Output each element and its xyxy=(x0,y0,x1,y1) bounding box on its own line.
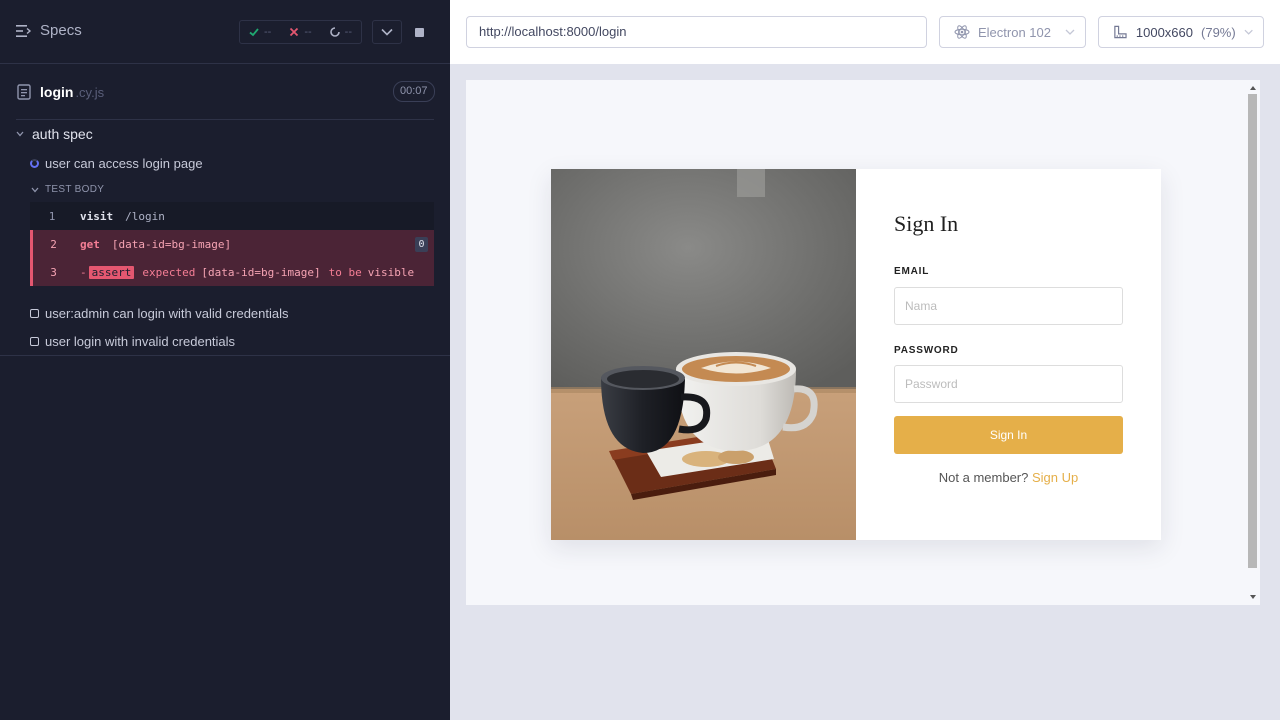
browser-selector[interactable]: Electron 102 xyxy=(939,16,1086,48)
suite-label: auth spec xyxy=(32,126,93,142)
email-label: EMAIL xyxy=(894,266,930,277)
coffee-cups-image xyxy=(551,169,856,540)
scroll-down-arrow-icon[interactable] xyxy=(1250,595,1256,599)
assert-keyword: to be xyxy=(328,265,362,279)
aut-header: http://localhost:8000/login Electron 102… xyxy=(450,0,1280,64)
element-count-badge: 0 xyxy=(415,237,428,252)
test-title: user login with invalid credentials xyxy=(45,334,236,349)
command-number: 1 xyxy=(48,209,56,223)
command-prefix: - xyxy=(80,265,87,279)
command-name: visit xyxy=(80,209,114,223)
ruler-icon xyxy=(1114,25,1127,39)
command-row[interactable]: 1 visit /login xyxy=(30,202,434,230)
test-item-pending[interactable]: user:admin can login with valid credenti… xyxy=(30,306,289,321)
electron-icon xyxy=(954,25,970,39)
spec-file-extension: .cy.js xyxy=(75,85,105,100)
pending-count: -- xyxy=(344,26,352,38)
signup-row: Not a member? Sign Up xyxy=(856,470,1161,485)
divider xyxy=(0,355,450,356)
spec-duration: 00:07 xyxy=(393,81,435,102)
viewport-size: 1000x660 xyxy=(1135,24,1194,40)
spec-header: login .cy.js 00:07 xyxy=(0,65,450,120)
signup-prompt: Not a member? xyxy=(938,470,1029,485)
login-card: Sign In EMAIL PASSWORD Sign In Not a mem… xyxy=(551,169,1161,540)
suite-title[interactable]: auth spec xyxy=(16,126,93,142)
document-icon xyxy=(17,84,31,100)
sidebar-toggle-icon xyxy=(16,24,32,37)
specs-toggle-button[interactable]: Specs xyxy=(16,22,82,39)
stop-button[interactable] xyxy=(404,20,434,44)
chevron-down-icon xyxy=(16,131,24,137)
command-name: get xyxy=(80,237,100,251)
test-body-toggle[interactable]: TEST BODY xyxy=(31,184,104,195)
app-under-test-panel: http://localhost:8000/login Electron 102… xyxy=(450,0,1280,720)
login-form: Sign In EMAIL PASSWORD Sign In Not a mem… xyxy=(856,169,1161,540)
password-label: PASSWORD xyxy=(894,345,959,356)
assert-value: visible xyxy=(367,265,415,279)
chevron-down-icon xyxy=(31,187,39,192)
email-field[interactable] xyxy=(894,287,1123,325)
aut-iframe: Sign In EMAIL PASSWORD Sign In Not a mem… xyxy=(466,80,1260,605)
command-row-failed[interactable]: 2 get [data-id=bg-image] 0 xyxy=(30,230,434,258)
form-title: Sign In xyxy=(894,211,959,236)
viewport-selector[interactable]: 1000x660 (79%) xyxy=(1098,16,1264,48)
command-message: [data-id=bg-image] xyxy=(111,237,232,251)
specs-label: Specs xyxy=(40,22,82,39)
chevron-down-icon xyxy=(1065,29,1075,35)
browser-name: Electron 102 xyxy=(978,24,1051,40)
command-number: 3 xyxy=(50,265,57,279)
failed-stat: -- xyxy=(289,26,312,38)
assert-keyword: expected xyxy=(142,265,196,279)
password-field[interactable] xyxy=(894,365,1123,403)
scrollbar[interactable] xyxy=(1246,80,1260,605)
scroll-up-arrow-icon[interactable] xyxy=(1250,86,1256,90)
scrollbar-thumb[interactable] xyxy=(1248,94,1257,568)
failed-count: -- xyxy=(304,26,312,38)
command-number: 2 xyxy=(50,237,57,251)
test-item-pending[interactable]: user login with invalid credentials xyxy=(30,334,235,349)
pending-icon xyxy=(30,337,39,346)
check-icon xyxy=(249,28,259,37)
bg-image xyxy=(551,169,856,540)
test-title: user can access login page xyxy=(45,156,203,171)
x-icon xyxy=(290,27,299,37)
running-spinner-icon xyxy=(30,159,39,168)
spinner-icon xyxy=(329,27,340,37)
stop-icon xyxy=(414,27,424,37)
zoom-level: (79%) xyxy=(1201,24,1236,40)
command-message: /login xyxy=(125,209,165,223)
reporter-panel: Specs -- -- -- login .cy.js 00:07 auth s… xyxy=(0,0,450,720)
spec-file-basename: login xyxy=(40,84,74,100)
assert-selector: [data-id=bg-image] xyxy=(201,265,321,279)
command-row-failed[interactable]: 3 - assert expected [data-id=bg-image] t… xyxy=(30,258,434,286)
reporter-toolbar: Specs -- -- -- xyxy=(0,0,450,64)
test-title: user:admin can login with valid credenti… xyxy=(45,306,289,321)
passed-stat: -- xyxy=(249,26,271,38)
pending-stat: -- xyxy=(329,26,352,38)
sign-in-button[interactable]: Sign In xyxy=(894,416,1123,454)
assert-tag: assert xyxy=(88,265,135,279)
passed-count: -- xyxy=(264,26,272,38)
chevron-down-icon xyxy=(1244,29,1253,35)
url-bar[interactable]: http://localhost:8000/login xyxy=(466,16,927,48)
pending-icon xyxy=(30,309,39,318)
test-body-label: TEST BODY xyxy=(45,184,105,195)
test-item-running[interactable]: user can access login page xyxy=(30,156,203,171)
sign-up-link[interactable]: Sign Up xyxy=(1032,470,1078,485)
expand-collapse-button[interactable] xyxy=(372,20,402,44)
divider xyxy=(16,119,434,120)
spec-file-name[interactable]: login .cy.js xyxy=(40,84,104,100)
test-stats: -- -- -- xyxy=(239,20,362,44)
chevron-down-icon xyxy=(381,28,393,36)
